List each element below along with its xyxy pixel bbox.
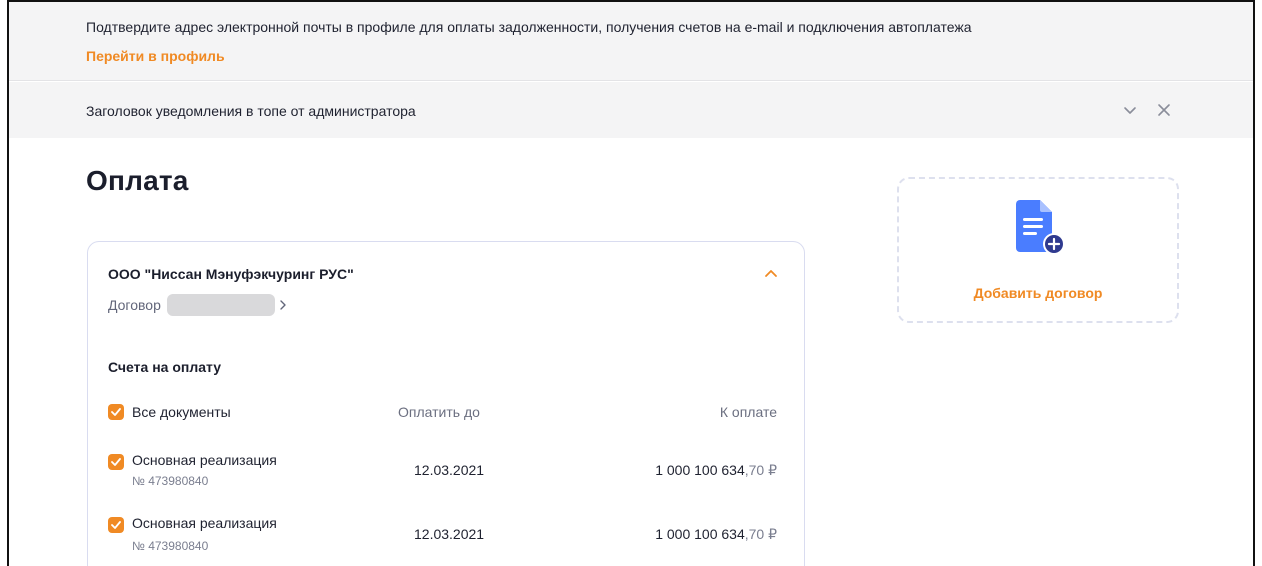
contract-card: ООО "Ниссан Мэнуфэкчуринг РУС" Договор С… — [87, 241, 805, 566]
chevron-down-icon[interactable] — [1121, 101, 1139, 119]
all-documents-label: Все документы — [132, 404, 231, 420]
contract-label: Договор — [108, 297, 161, 313]
invoice-number: № 473980840 — [132, 474, 209, 488]
invoice-amount-main: 1 000 100 634 — [655, 462, 745, 478]
invoice-checkbox[interactable] — [108, 454, 124, 470]
admin-notification-banner: Заголовок уведомления в топе от админист… — [9, 82, 1253, 138]
add-contract-button[interactable]: Добавить договор — [897, 177, 1179, 323]
invoice-name: Основная реализация — [132, 452, 277, 468]
invoice-amount-main: 1 000 100 634 — [655, 526, 745, 542]
close-icon[interactable] — [1155, 101, 1173, 119]
invoice-due-date: 12.03.2021 — [414, 462, 485, 478]
invoice-number: № 473980840 — [132, 539, 209, 553]
due-date-column-header: Оплатить до — [398, 404, 480, 420]
invoice-amount-kopecks: ,70 ₽ — [744, 462, 777, 478]
invoice-checkbox[interactable] — [108, 517, 124, 533]
contract-number-redacted — [166, 294, 275, 316]
invoice-amount-kopecks: ,70 ₽ — [744, 526, 777, 542]
amount-column-header: К оплате — [719, 404, 777, 420]
page-title: Оплата — [86, 165, 189, 196]
checkmark-icon — [111, 408, 121, 416]
checkmark-icon — [111, 521, 121, 529]
invoice-due-date: 12.03.2021 — [414, 526, 485, 542]
email-confirm-message: Подтвердите адрес электронной почты в пр… — [86, 19, 972, 35]
document-add-icon — [1014, 200, 1066, 261]
invoice-amount: 1 000 100 634,70 ₽ — [655, 526, 777, 543]
contract-link[interactable]: Договор — [108, 294, 288, 316]
app-window: Подтвердите адрес электронной почты в пр… — [7, 0, 1255, 566]
select-all-checkbox[interactable] — [108, 404, 124, 420]
email-confirm-banner: Подтвердите адрес электронной почты в пр… — [9, 2, 1253, 81]
invoice-name: Основная реализация — [132, 515, 277, 531]
invoices-section-title: Счета на оплату — [108, 359, 221, 375]
company-name: ООО "Ниссан Мэнуфэкчуринг РУС" — [108, 266, 354, 282]
admin-notification-title: Заголовок уведомления в топе от админист… — [86, 103, 416, 119]
chevron-right-icon — [278, 298, 288, 312]
invoice-amount: 1 000 100 634,70 ₽ — [655, 462, 777, 479]
checkmark-icon — [111, 458, 121, 466]
go-to-profile-link[interactable]: Перейти в профиль — [86, 48, 225, 64]
chevron-up-icon[interactable] — [763, 266, 779, 282]
add-contract-label: Добавить договор — [973, 285, 1103, 301]
